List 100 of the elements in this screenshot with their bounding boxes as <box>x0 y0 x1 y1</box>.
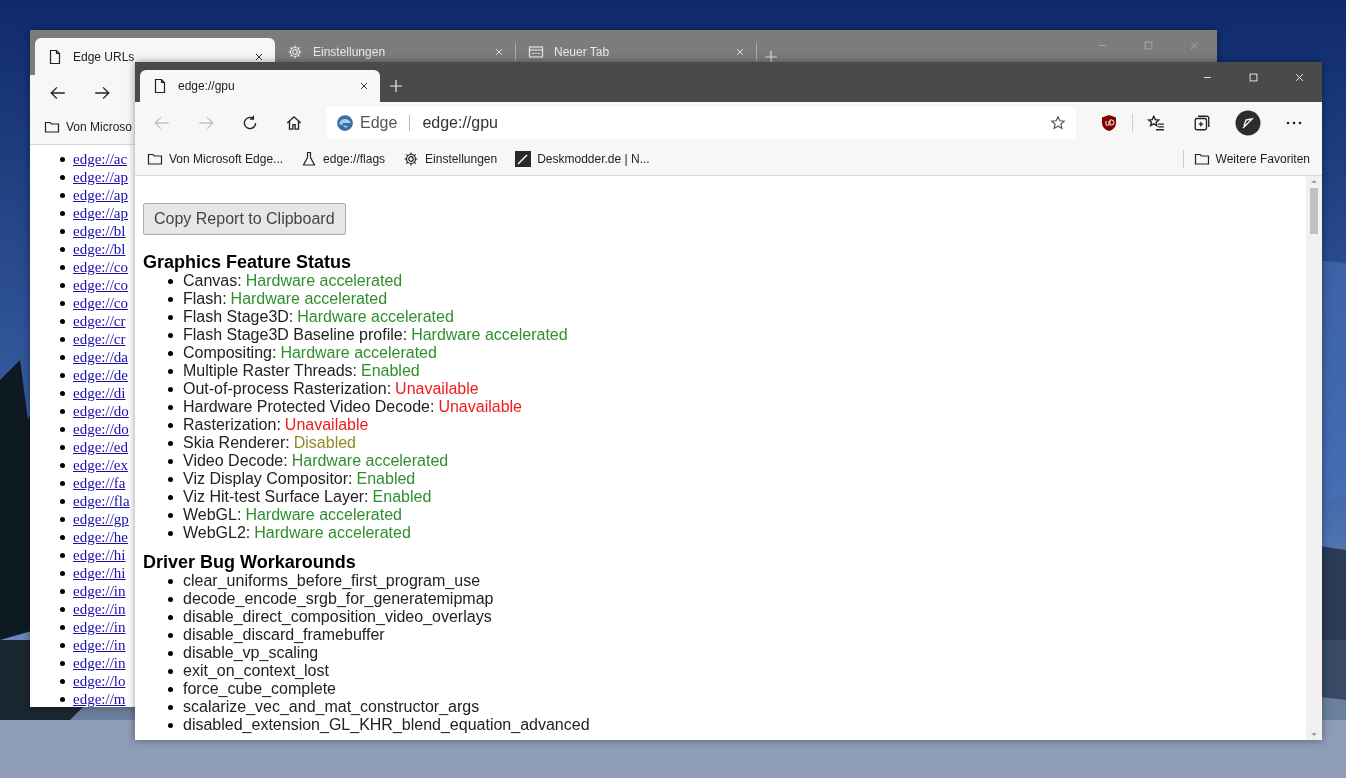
feature-status: Unavailable <box>284 416 369 434</box>
feature-label: Flash: <box>183 290 227 308</box>
link[interactable]: edge://in <box>73 618 126 636</box>
browser-tab[interactable]: Einstellungen <box>275 41 515 62</box>
link[interactable]: edge://lo <box>73 672 126 690</box>
feature-label: Skia Renderer: <box>183 434 290 452</box>
bullet <box>60 606 65 612</box>
bullet <box>60 246 65 252</box>
link[interactable]: edge://de <box>73 366 128 384</box>
link[interactable]: edge://co <box>73 294 128 312</box>
maximize-icon <box>1142 39 1154 51</box>
link[interactable]: edge://in <box>73 600 126 618</box>
link[interactable]: edge://ac <box>73 150 128 168</box>
link[interactable]: edge://ap <box>73 186 128 204</box>
link[interactable]: edge://m <box>73 690 126 707</box>
feature-status: Hardware accelerated <box>254 524 411 542</box>
link[interactable]: edge://fa <box>73 474 126 492</box>
link[interactable]: edge://ap <box>73 168 128 186</box>
link[interactable]: edge://do <box>73 402 129 420</box>
feature-status: Unavailable <box>395 380 479 398</box>
scroll-thumb[interactable] <box>1310 188 1318 234</box>
workaround-item: disable_direct_composition_video_overlays <box>183 608 492 626</box>
workaround-item: decode_encode_srgb_for_generatemipmap <box>183 590 494 608</box>
star-list-icon <box>1147 113 1165 132</box>
home-icon <box>285 113 303 132</box>
feature-label: WebGL: <box>183 506 242 524</box>
feature-label: Rasterization: <box>183 416 281 434</box>
avatar-icon <box>1235 109 1261 136</box>
workaround-item: disable_vp_scaling <box>183 644 319 662</box>
feature-label: Out-of-process Rasterization: <box>183 380 392 398</box>
bullet <box>168 404 173 410</box>
bullet <box>168 368 173 374</box>
scrollbar[interactable] <box>1306 176 1322 740</box>
link[interactable]: edge://he <box>73 528 128 546</box>
bookmark[interactable]: Von Microsoft Edge... <box>147 151 284 167</box>
favorite-star-button[interactable] <box>1050 114 1066 131</box>
bullet <box>168 476 173 482</box>
feature-status: Enabled <box>356 470 416 488</box>
browser-tab[interactable]: edge://gpu <box>140 70 380 102</box>
bullet <box>168 686 173 692</box>
bullet <box>60 624 65 630</box>
bookmark[interactable]: Von Microso <box>44 119 133 135</box>
bullet <box>60 444 65 450</box>
bullet <box>168 350 173 356</box>
link[interactable]: edge://ed <box>73 438 128 456</box>
bullet <box>60 264 65 270</box>
new-tab-button[interactable] <box>763 49 779 65</box>
link[interactable]: edge://do <box>73 420 129 438</box>
folder-icon <box>147 151 163 167</box>
link[interactable]: edge://gp <box>73 510 129 528</box>
bullet <box>60 480 65 486</box>
link[interactable]: edge://ex <box>73 456 128 474</box>
bullet <box>168 578 173 584</box>
link[interactable]: edge://hi <box>73 564 126 582</box>
page-icon <box>152 78 168 94</box>
link[interactable]: edge://in <box>73 582 126 600</box>
site-label: Edge <box>360 113 398 132</box>
new-tab-page-icon <box>528 43 544 60</box>
bullet <box>60 192 65 198</box>
bullet <box>168 314 173 320</box>
link[interactable]: edge://in <box>73 636 126 654</box>
bookmark[interactable]: Einstellungen <box>403 151 498 167</box>
bullet <box>60 174 65 180</box>
link[interactable]: edge://in <box>73 654 126 672</box>
link[interactable]: edge://hi <box>73 546 126 564</box>
link[interactable]: edge://bl <box>73 222 126 240</box>
workaround-item: clear_uniforms_before_first_program_use <box>183 572 481 590</box>
collections-icon <box>1193 113 1211 132</box>
link[interactable]: edge://cr <box>73 330 126 348</box>
bullet <box>168 332 173 338</box>
bookmark[interactable]: edge://flags <box>301 151 386 167</box>
close-icon <box>1188 39 1200 51</box>
bullet <box>60 678 65 684</box>
feature-label: WebGL2: <box>183 524 251 542</box>
feature-status: Enabled <box>361 362 420 380</box>
link[interactable]: edge://cr <box>73 312 126 330</box>
feature-status: Hardware accelerated <box>280 344 437 362</box>
address-bar[interactable]: Edge edge://gpu <box>326 106 1076 139</box>
feature-label: Flash Stage3D: <box>183 308 294 326</box>
bullet <box>60 282 65 288</box>
feature-status: Hardware accelerated <box>230 290 388 308</box>
folder-icon <box>44 119 60 135</box>
link[interactable]: edge://co <box>73 276 128 294</box>
new-tab-button[interactable] <box>388 78 404 94</box>
page-icon <box>47 48 63 65</box>
bookmark[interactable]: Deskmodder.de | N... <box>515 151 650 167</box>
bullet <box>60 552 65 558</box>
link[interactable]: edge://di <box>73 384 126 402</box>
link[interactable]: edge://bl <box>73 240 126 258</box>
feature-status: Unavailable <box>438 398 522 416</box>
bullet <box>168 596 173 602</box>
link[interactable]: edge://fla <box>73 492 130 510</box>
link[interactable]: edge://da <box>73 348 128 366</box>
feature-status: Hardware accelerated <box>245 272 403 290</box>
link[interactable]: edge://ap <box>73 204 128 222</box>
bookmark-folder[interactable]: Weitere Favoriten <box>1193 151 1310 167</box>
copy-report-button[interactable]: Copy Report to Clipboard <box>143 203 346 235</box>
link[interactable]: edge://co <box>73 258 128 276</box>
pen-favicon-icon <box>515 151 532 167</box>
feature-label: Video Decode: <box>183 452 288 470</box>
